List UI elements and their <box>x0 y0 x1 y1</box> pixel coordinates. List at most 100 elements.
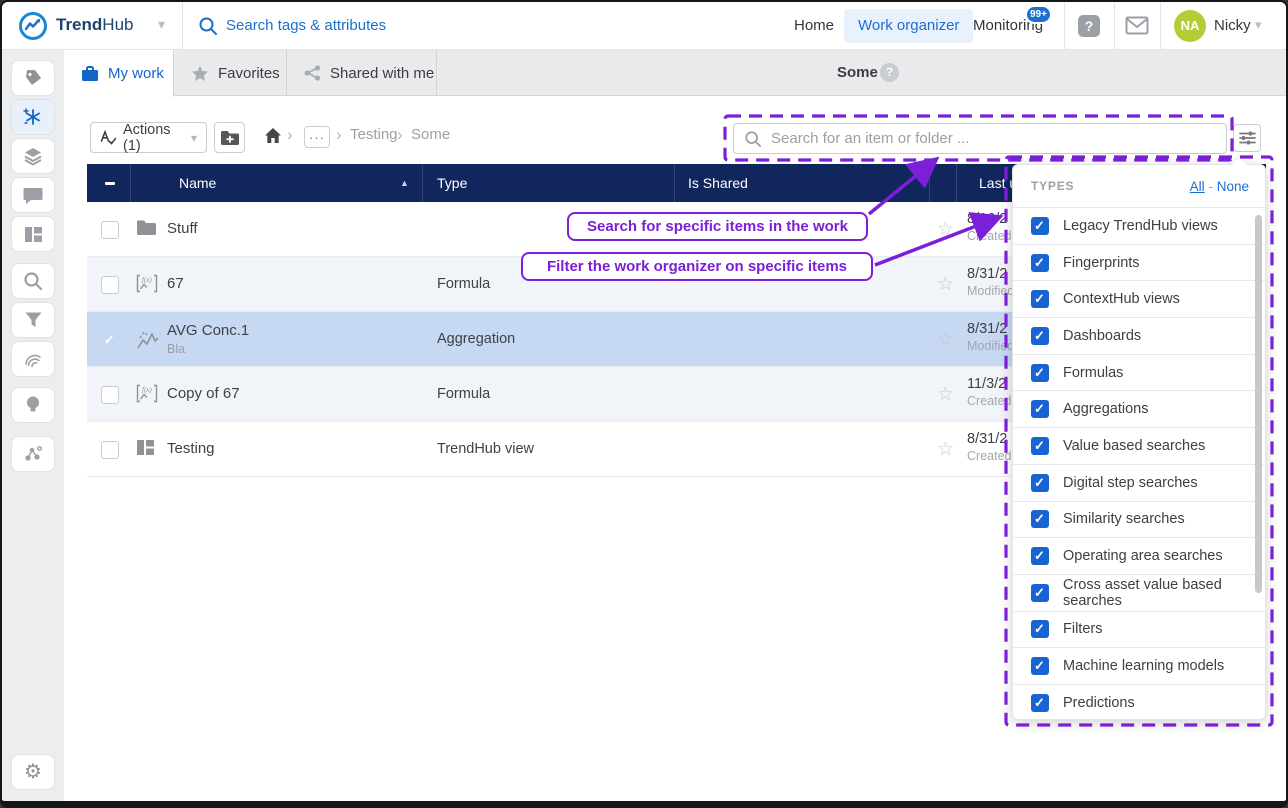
column-header-name[interactable]: Name <box>179 175 216 191</box>
breadcrumb-separator-icon: › <box>397 125 403 145</box>
item-name: AVG Conc.1 <box>167 322 249 339</box>
filter-type-item[interactable]: Digital step searches <box>1013 464 1265 501</box>
row-checkbox[interactable] <box>101 276 119 294</box>
checkbox-checked[interactable] <box>1031 437 1049 455</box>
checkbox-checked[interactable] <box>1031 290 1049 308</box>
checkbox-checked[interactable] <box>1031 364 1049 382</box>
divider <box>1160 2 1161 49</box>
checkbox-checked[interactable] <box>1031 510 1049 528</box>
filter-type-item[interactable]: Filters <box>1013 611 1265 648</box>
checkbox-checked[interactable] <box>1031 217 1049 235</box>
filter-type-item[interactable]: Machine learning models <box>1013 647 1265 684</box>
item-type: Formula <box>437 276 490 292</box>
sidebar-item-comments[interactable] <box>11 177 55 213</box>
mail-icon[interactable] <box>1125 16 1149 35</box>
checkbox-checked[interactable] <box>1031 584 1049 602</box>
tab-label: Favorites <box>218 65 280 82</box>
filter-type-item[interactable]: Similarity searches <box>1013 501 1265 538</box>
search-icon <box>744 130 762 148</box>
filter-type-item[interactable]: Aggregations <box>1013 390 1265 427</box>
filter-type-item[interactable]: Legacy TrendHub views <box>1013 207 1265 244</box>
fingerprint-icon <box>23 349 43 369</box>
user-name[interactable]: Nicky <box>1214 17 1251 34</box>
tab-favorites[interactable]: Favorites <box>174 50 287 96</box>
column-header-is-shared[interactable]: Is Shared <box>688 175 748 191</box>
checkbox-checked[interactable] <box>1031 327 1049 345</box>
avatar[interactable]: NA <box>1174 10 1206 42</box>
filter-type-item[interactable]: Operating area searches <box>1013 537 1265 574</box>
item-date: 8/16/2Created <box>967 211 1011 243</box>
sort-ascending-icon[interactable]: ▲ <box>400 178 409 188</box>
item-date: 8/31/2Modified <box>967 266 1014 298</box>
row-checkbox[interactable] <box>101 386 119 404</box>
user-chevron-down-icon[interactable]: ▾ <box>1255 17 1262 33</box>
breadcrumb-separator-icon: › <box>336 125 342 145</box>
annotation-search-callout: Search for specific items in the work <box>567 212 868 241</box>
favorite-star-icon[interactable]: ☆ <box>937 438 954 461</box>
divider <box>1114 2 1115 49</box>
item-search-input[interactable] <box>771 130 1226 147</box>
filter-type-item[interactable]: Predictions <box>1013 684 1265 721</box>
tab-label: My work <box>108 65 164 82</box>
select-none-link[interactable]: None <box>1217 179 1249 194</box>
row-checkbox[interactable] <box>101 221 119 239</box>
gear-icon: ⚙ <box>24 762 42 782</box>
favorite-star-icon[interactable]: ☆ <box>937 328 954 351</box>
filter-settings-button[interactable] <box>1233 124 1261 152</box>
sidebar-item-layers[interactable] <box>11 138 55 174</box>
svg-text:f(x): f(x) <box>142 276 152 284</box>
sidebar-item-formulas[interactable] <box>11 99 55 135</box>
tab-shared-with-me[interactable]: Shared with me <box>287 50 437 96</box>
checkbox-checked[interactable] <box>1031 620 1049 638</box>
sidebar-item-filters[interactable] <box>11 302 55 338</box>
sidebar-item-insights[interactable] <box>11 387 55 423</box>
tag-icon <box>23 68 43 88</box>
filter-type-item[interactable]: Dashboards <box>1013 317 1265 354</box>
comment-icon <box>23 186 43 205</box>
breadcrumb-separator-icon: › <box>287 125 293 145</box>
row-checkbox[interactable] <box>101 441 119 459</box>
checkbox-checked[interactable] <box>1031 254 1049 272</box>
breadcrumb-item[interactable]: Testing <box>350 126 398 143</box>
context-folder-label: Some <box>837 64 878 81</box>
checkbox-checked[interactable] <box>1031 474 1049 492</box>
select-all-link[interactable]: All <box>1190 179 1205 194</box>
column-header-type[interactable]: Type <box>437 175 467 191</box>
checkbox-checked[interactable] <box>1031 547 1049 565</box>
favorite-star-icon[interactable]: ☆ <box>937 218 954 241</box>
checkbox-checked[interactable] <box>1031 694 1049 712</box>
star-icon <box>191 65 209 82</box>
filter-type-item[interactable]: ContextHub views <box>1013 280 1265 317</box>
breadcrumb-ellipsis-button[interactable]: ··· <box>304 126 330 148</box>
favorite-star-icon[interactable]: ☆ <box>937 273 954 296</box>
formula-icon: f(x) <box>136 274 158 293</box>
filter-type-item[interactable]: Value based searches <box>1013 427 1265 464</box>
help-icon[interactable]: ? <box>1078 15 1100 37</box>
filter-type-item[interactable]: Fingerprints <box>1013 244 1265 281</box>
new-folder-button[interactable] <box>214 122 245 153</box>
sidebar-item-tags[interactable] <box>11 60 55 96</box>
sidebar-item-settings[interactable]: ⚙ <box>11 754 55 790</box>
breadcrumb-item[interactable]: Some <box>411 126 450 143</box>
sidebar-item-models[interactable] <box>11 436 55 472</box>
checkbox-checked[interactable] <box>1031 400 1049 418</box>
sidebar-item-search[interactable] <box>11 263 55 299</box>
tab-my-work[interactable]: My work <box>64 50 174 97</box>
item-name: 67 <box>167 275 184 292</box>
sidebar-item-views[interactable] <box>11 216 55 252</box>
nav-home[interactable]: Home <box>794 17 834 34</box>
folder-icon <box>136 219 157 236</box>
panel-scrollbar[interactable] <box>1255 215 1262 593</box>
nav-work-organizer[interactable]: Work organizer <box>844 9 973 43</box>
sidebar-item-fingerprints[interactable] <box>11 341 55 377</box>
left-sidebar: ⚙ <box>2 50 64 801</box>
favorite-star-icon[interactable]: ☆ <box>937 383 954 406</box>
brand-chevron-down-icon[interactable]: ▾ <box>158 16 165 33</box>
breadcrumb-home-icon[interactable] <box>264 127 282 144</box>
global-search-input[interactable]: Search tags & attributes <box>226 17 386 34</box>
checkbox-checked[interactable] <box>1031 657 1049 675</box>
filter-type-item[interactable]: Formulas <box>1013 354 1265 391</box>
actions-button[interactable]: Actions (1) ▾ <box>90 122 207 153</box>
filter-type-item[interactable]: Cross asset value based searches <box>1013 574 1265 611</box>
context-help-icon[interactable]: ? <box>880 63 899 82</box>
